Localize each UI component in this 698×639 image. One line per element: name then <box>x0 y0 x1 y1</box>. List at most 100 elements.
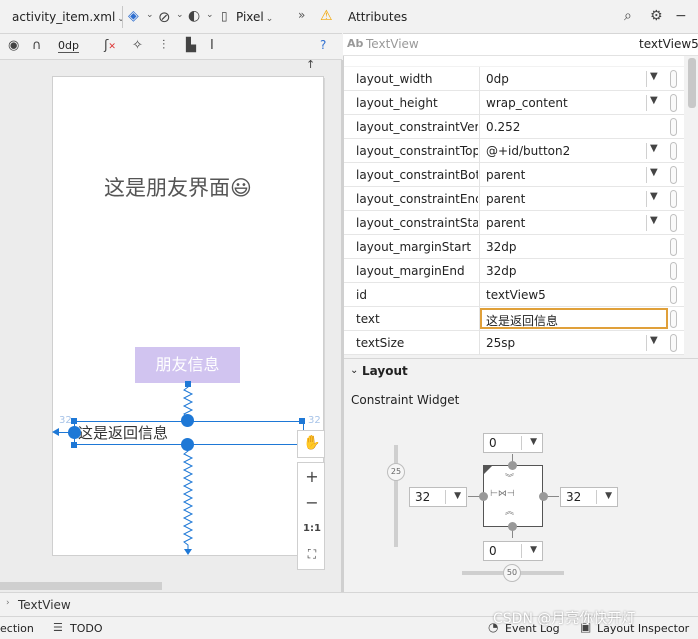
return-info-text[interactable]: 这是返回信息 <box>78 422 168 443</box>
eye-icon[interactable]: ◉ <box>8 38 19 53</box>
resource-picker-button[interactable] <box>670 70 677 88</box>
attribute-row[interactable]: layout_width 0dp ▼ <box>344 67 684 91</box>
pack-icon[interactable]: ⫶ <box>162 38 165 53</box>
attribute-value[interactable]: 25sp <box>486 336 515 350</box>
resource-picker-button[interactable] <box>670 310 677 328</box>
resource-picker-button[interactable] <box>670 214 677 232</box>
help-icon[interactable]: ? <box>320 38 326 52</box>
attribute-value[interactable]: wrap_content <box>486 96 568 110</box>
attribute-value[interactable]: @+id/button2 <box>486 144 570 158</box>
pin-icon[interactable]: ↑ <box>306 58 315 71</box>
dropdown-arrow-icon[interactable]: ▼ <box>650 95 658 106</box>
resize-handle-bottom-left[interactable] <box>71 442 77 448</box>
start-constraint-dot[interactable] <box>479 492 488 501</box>
dropdown-arrow-icon[interactable]: ▼ <box>650 191 658 202</box>
attribute-value[interactable]: textView5 <box>486 288 546 302</box>
dropdown-arrow-icon[interactable]: ▼ <box>650 335 658 346</box>
resource-picker-button[interactable] <box>670 118 677 136</box>
attribute-value[interactable]: parent <box>486 192 525 206</box>
attribute-row[interactable]: layout_constraintBot... parent ▼ <box>344 163 684 187</box>
start-margin-dropdown[interactable]: 32 ▼ <box>409 487 467 507</box>
collapse-chevron-icon[interactable]: ⌄ <box>350 365 358 376</box>
attribute-row[interactable]: layout_constraintTop... @+id/button2 ▼ <box>344 139 684 163</box>
tool-window-tab-left[interactable]: ection <box>0 622 34 635</box>
height-wrap-bottom-icon[interactable]: ︽ <box>505 504 514 517</box>
gear-icon[interactable]: ⚙ <box>650 8 663 24</box>
resource-picker-button[interactable] <box>670 286 677 304</box>
attribute-value[interactable]: parent <box>486 168 525 182</box>
layout-section-title[interactable]: Layout <box>362 364 408 378</box>
attribute-row[interactable]: layout_height wrap_content ▼ <box>344 91 684 115</box>
resource-picker-button[interactable] <box>670 334 677 352</box>
pan-button[interactable]: ✋ <box>297 430 325 458</box>
end-constraint-dot[interactable] <box>539 492 548 501</box>
attribute-value[interactable]: 0dp <box>486 72 509 86</box>
clear-constraints-icon[interactable]: ʃ✕ <box>104 38 116 53</box>
top-constraint-dot[interactable] <box>508 461 517 470</box>
start-anchor-dot[interactable] <box>68 426 81 439</box>
attribute-row[interactable]: text 这是返回信息 <box>344 307 684 331</box>
orientation-icon[interactable]: ⊘ <box>158 8 171 26</box>
bottom-anchor-dot[interactable] <box>181 438 194 451</box>
attributes-scroll-thumb[interactable] <box>688 58 696 108</box>
attribute-row[interactable]: layout_constraintVert... 0.252 <box>344 115 684 139</box>
attribute-row[interactable]: layout_constraintStar... parent ▼ <box>344 211 684 235</box>
resource-picker-button[interactable] <box>670 94 677 112</box>
dropdown-arrow-icon[interactable]: ▼ <box>650 167 658 178</box>
file-name-dropdown[interactable]: activity_item.xml⌄ <box>12 10 125 24</box>
attribute-value[interactable]: parent <box>486 216 525 230</box>
fit-screen-icon[interactable]: ⛶ <box>298 547 326 562</box>
bottom-constraint-dot[interactable] <box>508 522 517 531</box>
attribute-value[interactable]: 32dp <box>486 240 517 254</box>
resize-handle-top-right[interactable] <box>299 418 305 424</box>
attribute-row[interactable]: layout_constraintEnd... parent ▼ <box>344 187 684 211</box>
overflow-button[interactable]: » <box>298 8 305 22</box>
canvas-horizontal-scrollbar[interactable] <box>0 582 162 590</box>
vertical-bias-knob[interactable]: 25 <box>387 463 405 481</box>
zoom-actual-size-button[interactable]: 1:1 <box>298 523 326 534</box>
theme-icon[interactable]: ◐ <box>188 8 200 24</box>
todo-tab[interactable]: TODO <box>70 622 103 635</box>
default-margin-dropdown[interactable]: 0dp <box>58 39 79 53</box>
guidelines-icon[interactable]: Ⅰ <box>210 38 214 53</box>
height-wrap-icon[interactable]: ︾ <box>505 471 514 484</box>
align-icon[interactable]: ▙ <box>186 38 196 53</box>
vertical-bias-track[interactable] <box>394 445 398 547</box>
width-match-constraint-icon[interactable]: ⊢⋈⊣ <box>490 489 515 499</box>
top-margin-dropdown[interactable]: 0 ▼ <box>483 433 543 453</box>
resource-picker-button[interactable] <box>670 142 677 160</box>
attribute-value-input[interactable]: 这是返回信息 <box>480 308 668 329</box>
attribute-row[interactable]: textSize 25sp ▼ <box>344 331 684 355</box>
device-dropdown[interactable]: Pixel ⌄ <box>236 10 273 24</box>
resource-picker-button[interactable] <box>670 190 677 208</box>
minimize-icon[interactable]: − <box>675 8 687 24</box>
dropdown-arrow-icon[interactable]: ▼ <box>650 143 658 154</box>
end-margin-dropdown[interactable]: 32 ▼ <box>560 487 618 507</box>
resize-handle-top-left[interactable] <box>71 418 77 424</box>
anchor-handle[interactable] <box>185 381 191 387</box>
friend-page-title[interactable]: 这是朋友界面😃 <box>104 172 252 202</box>
horizontal-bias-knob[interactable]: 50 <box>503 564 521 582</box>
warning-icon[interactable]: ⚠ <box>320 8 333 24</box>
dropdown-arrow-icon[interactable]: ▼ <box>650 215 658 226</box>
friend-info-button[interactable]: 朋友信息 <box>135 347 240 383</box>
resource-picker-button[interactable] <box>670 238 677 256</box>
attribute-row[interactable]: layout_marginStart 32dp <box>344 235 684 259</box>
resource-picker-button[interactable] <box>670 262 677 280</box>
attribute-value[interactable]: 32dp <box>486 264 517 278</box>
dropdown-arrow-icon[interactable]: ▼ <box>650 71 658 82</box>
aspect-ratio-corner[interactable] <box>483 465 493 475</box>
magic-wand-icon[interactable]: ✧ <box>132 38 143 53</box>
attribute-row[interactable]: id textView5 <box>344 283 684 307</box>
search-icon[interactable]: ⌕ <box>624 8 632 24</box>
top-anchor-dot[interactable] <box>181 414 194 427</box>
attribute-row[interactable]: layout_marginEnd 32dp <box>344 259 684 283</box>
zoom-out-icon[interactable]: − <box>298 493 326 512</box>
resource-picker-button[interactable] <box>670 166 677 184</box>
layers-icon[interactable]: ◈ <box>128 8 139 24</box>
bottom-margin-dropdown[interactable]: 0 ▼ <box>483 541 543 561</box>
magnet-off-icon[interactable]: ∩ <box>32 38 42 53</box>
attribute-value[interactable]: 0.252 <box>486 120 520 134</box>
zoom-in-icon[interactable]: + <box>298 467 326 486</box>
breadcrumb-textview[interactable]: TextView <box>18 598 71 612</box>
